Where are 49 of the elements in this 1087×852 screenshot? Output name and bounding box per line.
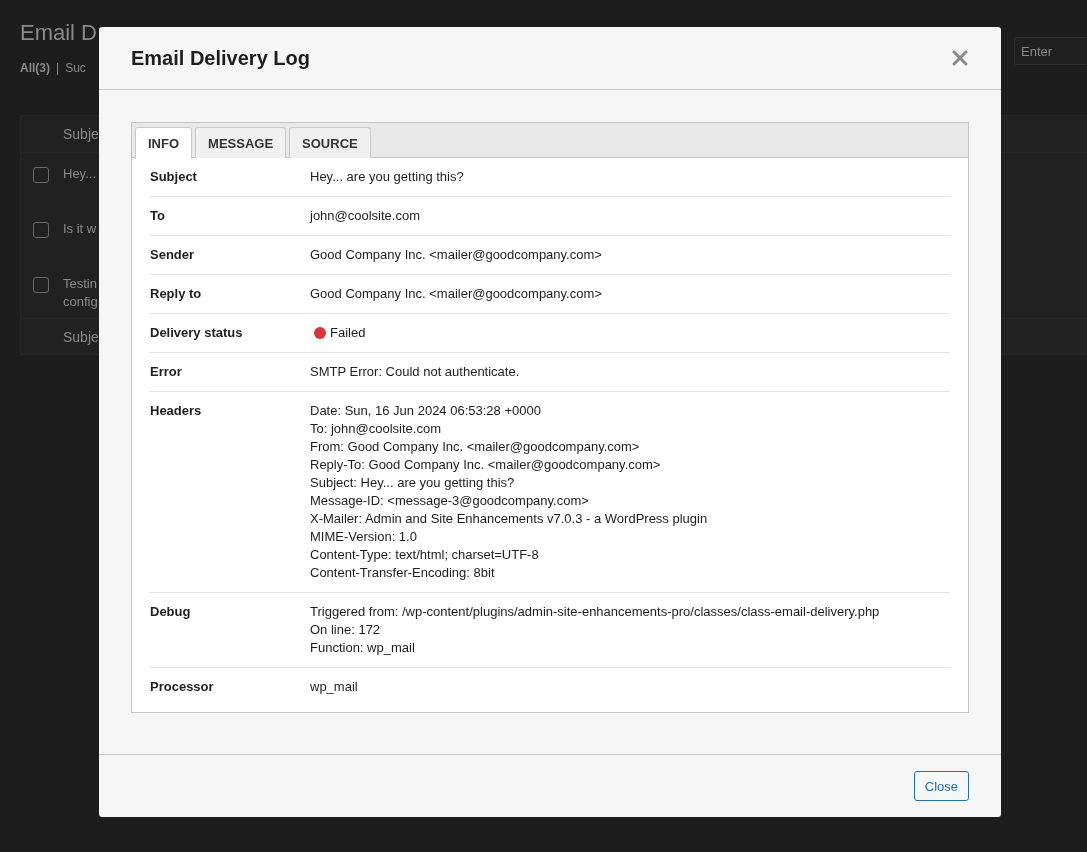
header-line: On line: 172 (310, 621, 382, 639)
table-cell: config (63, 293, 98, 311)
header-line: Subject: Hey... are you getting this? (310, 474, 516, 492)
close-icon[interactable] (952, 50, 968, 66)
filter-separator: | (56, 61, 60, 75)
header-line: Date: Sun, 16 Jun 2024 06:53:28 +0000 (310, 402, 542, 420)
header-line: Content-Type: text/html; charset=UTF-8 (310, 546, 540, 564)
header-line: Triggered from: /wp-content/plugins/admin-site-enhancements-pro/classes/class-email-delivery.php (310, 603, 880, 621)
search-field[interactable]: Enter (1014, 37, 1087, 65)
field-value: john@coolsite.com (310, 207, 421, 225)
field-label: To (150, 207, 166, 225)
close-button[interactable]: Close (913, 771, 969, 801)
row-checkbox[interactable] (33, 277, 49, 293)
field-value: wp_mail (310, 678, 358, 696)
table-cell: Testin (63, 275, 98, 293)
header-line: MIME-Version: 1.0 (310, 528, 418, 546)
field-value: Hey... are you getting this? (310, 168, 464, 186)
field-label: Error (150, 363, 183, 381)
field-label: Processor (150, 678, 215, 696)
field-label: Debug (150, 603, 192, 621)
field-label: Sender (150, 246, 196, 264)
header-line: From: Good Company Inc. <mailer@goodcompany.com> (310, 438, 641, 456)
table-cell: Is it w (63, 220, 97, 238)
filter-link[interactable]: Suc (65, 61, 86, 75)
header-line: To: john@coolsite.com (310, 420, 442, 438)
table-cell: Hey... (63, 165, 96, 183)
field-value: SMTP Error: Could not authenticate. (310, 363, 520, 381)
field-label: Delivery status (150, 324, 244, 342)
filter-link[interactable]: All(3) (20, 61, 50, 75)
tab[interactable]: INFO (135, 127, 193, 159)
field-label: Subject (150, 168, 198, 186)
column-header: Subje (63, 126, 99, 142)
header-line: Reply-To: Good Company Inc. <mailer@goodcompany.com> (310, 456, 662, 474)
column-header: Subje (63, 329, 99, 345)
field-label: Headers (150, 402, 203, 420)
row-checkbox[interactable] (33, 222, 49, 238)
field-label: Reply to (150, 285, 203, 303)
modal-title: Email Delivery Log (131, 46, 310, 70)
field-value: Good Company Inc. <mailer@goodcompany.com> (310, 285, 602, 303)
page-title: Email D (20, 20, 97, 46)
row-checkbox[interactable] (33, 167, 49, 183)
header-line: Message-ID: <message-3@goodcompany.com> (310, 492, 590, 510)
field-value: Good Company Inc. <mailer@goodcompany.com> (310, 246, 602, 264)
tab[interactable]: MESSAGE (195, 127, 287, 158)
header-line: Function: wp_mail (310, 639, 416, 657)
header-line: X-Mailer: Admin and Site Enhancements v7.0.3 - a WordPress plugin (310, 510, 708, 528)
tab[interactable]: SOURCE (289, 127, 371, 158)
status-text: Failed (330, 324, 366, 342)
header-line: Content-Transfer-Encoding: 8bit (310, 564, 496, 582)
